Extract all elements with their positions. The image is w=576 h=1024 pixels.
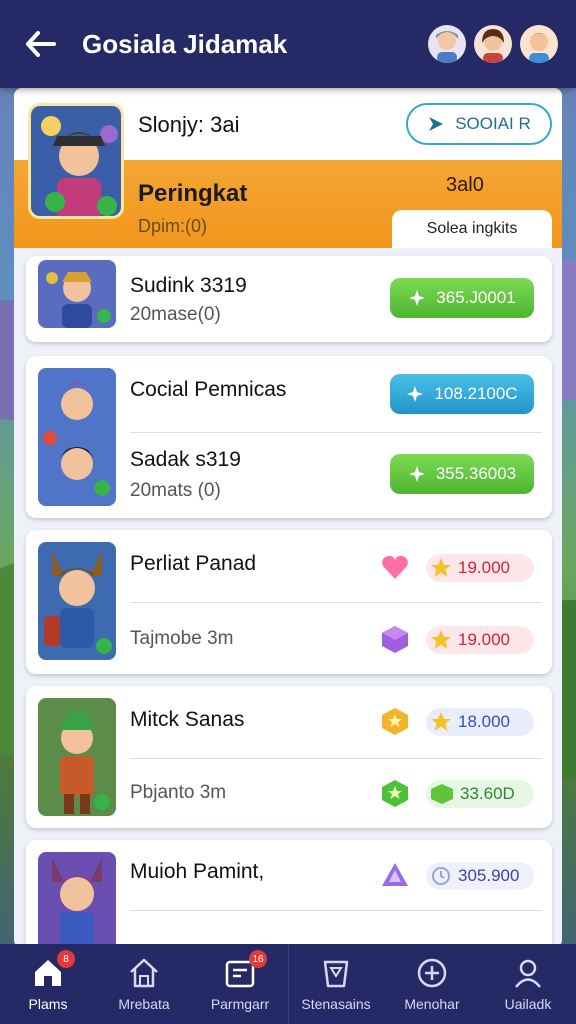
item-name: Sadak s319 xyxy=(130,448,241,471)
gold-shield-icon xyxy=(382,708,408,735)
score-value: 108.2100C xyxy=(434,384,518,403)
nav-item-uailadk[interactable]: Uailadk xyxy=(480,944,576,1024)
nav-item-plams[interactable]: 8 Plams xyxy=(0,944,96,1024)
list-item[interactable]: Perliat Panad Tajmobe 3m 19.000 19.000 xyxy=(26,530,552,674)
nav-label: Mrebata xyxy=(118,996,170,1012)
score-badge: 18.000 xyxy=(426,708,534,736)
rank-value: 3al0 xyxy=(446,174,484,196)
page-title: Gosiala Jidamak xyxy=(82,28,288,59)
nav-item-stenasains[interactable]: Stenasains xyxy=(288,944,384,1024)
game-thumbnail xyxy=(38,368,116,506)
back-arrow-icon xyxy=(26,31,56,57)
green-gem-icon xyxy=(431,784,453,804)
back-button[interactable] xyxy=(18,22,62,66)
nav-item-menohar[interactable]: Menohar xyxy=(384,944,480,1024)
game-thumbnail xyxy=(38,260,116,328)
item-name: Muioh Pamint, xyxy=(130,860,265,883)
featured-thumbnail[interactable] xyxy=(28,103,124,219)
nav-label: Menohar xyxy=(404,996,460,1012)
score-badge: 305.900 xyxy=(426,862,534,890)
ranking-panel: Slonjy: 3ai SOOIAI R Peringkat Dpim:(0) … xyxy=(14,88,562,948)
game-thumbnail xyxy=(38,542,116,660)
nav-label: Uailadk xyxy=(504,996,552,1012)
clock-icon xyxy=(432,867,450,885)
purple-box-icon xyxy=(382,626,408,653)
star-icon xyxy=(431,558,451,577)
avatar[interactable] xyxy=(520,25,558,63)
star-icon xyxy=(431,630,451,649)
star-icon xyxy=(408,466,425,482)
nav-item-parmgarr[interactable]: 16 Parmgarr xyxy=(192,944,288,1024)
list-item[interactable]: Sudink 3319 20mase(0) 365.J0001 xyxy=(26,256,552,342)
nav-label: Stenasains xyxy=(301,996,371,1012)
item-name: Mitck Sanas xyxy=(130,708,245,731)
plus-circle-icon xyxy=(417,958,447,988)
nav-label: Parmgarr xyxy=(210,996,270,1012)
game-thumbnail xyxy=(38,698,116,816)
item-name: Sudink 3319 xyxy=(130,274,247,297)
house-outline-icon xyxy=(130,958,158,988)
list-item[interactable]: Cocial Pemnicas Sadak s319 20mats (0) 10… xyxy=(26,356,552,518)
purple-triangle-icon xyxy=(382,863,408,886)
heart-gem-icon xyxy=(382,555,408,579)
item-sub: Tajmobe 3m xyxy=(130,628,234,649)
game-thumbnail xyxy=(38,852,116,948)
score-badge: 19.000 xyxy=(426,626,534,654)
item-sub: Pbjanto 3m xyxy=(130,782,227,803)
app-header: Gosiala Jidamak xyxy=(0,0,576,88)
item-name: Perliat Panad xyxy=(130,552,257,575)
star-icon xyxy=(407,386,424,402)
user-icon xyxy=(515,959,541,988)
rank-title: Peringkat xyxy=(138,180,248,207)
nav-label: Plams xyxy=(28,996,68,1012)
score-badge: 33.60D xyxy=(426,780,534,808)
item-sub: 20mats (0) xyxy=(130,480,221,501)
item-name: Cocial Pemnicas xyxy=(130,378,287,401)
star-icon xyxy=(431,712,451,731)
score-badge: 19.000 xyxy=(426,554,534,582)
featured-name: Slonjy: 3ai xyxy=(138,112,240,137)
send-icon xyxy=(429,117,444,131)
avatar[interactable] xyxy=(428,25,466,63)
green-star-icon xyxy=(382,780,408,807)
arrow-icon xyxy=(409,290,426,306)
score-value: 365.J0001 xyxy=(436,288,516,307)
avatar[interactable] xyxy=(474,25,512,63)
notification-badge: 8 xyxy=(57,950,75,968)
nav-item-mrebata[interactable]: Mrebata xyxy=(96,944,192,1024)
cup-icon xyxy=(323,960,349,988)
score-pill[interactable]: 355.36003 xyxy=(390,454,534,494)
score-value: 355.36003 xyxy=(435,464,517,483)
sort-tab[interactable]: Solea ingkits xyxy=(392,210,552,248)
social-button-label: SOOIAI R xyxy=(455,114,531,133)
social-button[interactable]: SOOIAI R xyxy=(406,103,552,145)
score-pill[interactable]: 108.2100C xyxy=(390,374,534,414)
score-pill[interactable]: 365.J0001 xyxy=(390,278,534,318)
rank-subtitle: Dpim:(0) xyxy=(138,216,208,236)
featured-card: Slonjy: 3ai SOOIAI R Peringkat Dpim:(0) … xyxy=(14,88,562,248)
notification-badge: 16 xyxy=(249,950,267,968)
list-item[interactable]: Muioh Pamint, 305.900 xyxy=(26,840,552,948)
item-sub: 20mase(0) xyxy=(130,304,221,325)
list-item[interactable]: Mitck Sanas Pbjanto 3m 18.000 33.60D xyxy=(26,686,552,828)
